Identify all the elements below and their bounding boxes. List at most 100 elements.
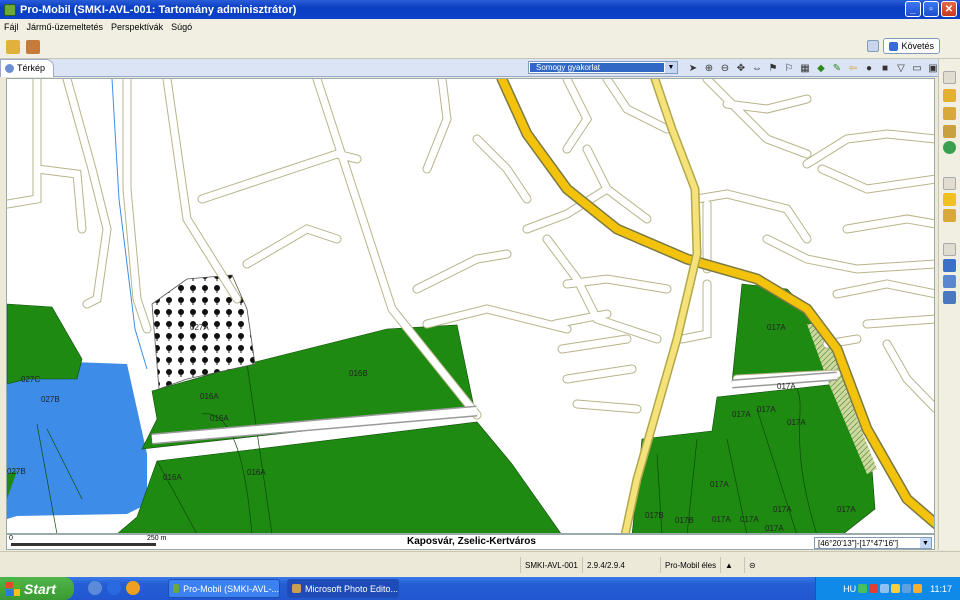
globe-icon[interactable]: [943, 141, 956, 154]
title-bar: Pro-Mobil (SMKI-AVL-001: Tartomány admin…: [0, 0, 960, 19]
system-tray: HU 11:17: [815, 577, 960, 600]
parcel-label: 027A: [190, 323, 209, 332]
forest-parcel: [7, 303, 83, 385]
coordinate-select[interactable]: [46°20'13"]-[17°47'16"] ▼: [814, 537, 932, 549]
right-side-panel: [938, 59, 960, 550]
parcel-label: 017A: [740, 515, 759, 524]
connection-icon[interactable]: ▲: [720, 557, 742, 573]
pointer-icon[interactable]: ➤: [686, 61, 700, 75]
task-photo-editor[interactable]: Microsoft Photo Edito...: [287, 579, 399, 598]
route-icon[interactable]: ✎: [830, 61, 844, 75]
pan-icon[interactable]: ✥: [734, 61, 748, 75]
parcel-label: 017A: [757, 405, 776, 414]
status-version: 2.9.4/2.9.4: [582, 557, 629, 573]
app-icon: [4, 3, 16, 16]
menu-help[interactable]: Súgó: [171, 22, 192, 32]
map-svg[interactable]: [7, 79, 935, 534]
settings-icon[interactable]: [26, 39, 40, 54]
menu-vehicle-operation[interactable]: Jármű-üzemeltetés: [27, 22, 104, 32]
tray-icon[interactable]: [880, 584, 890, 593]
square-icon[interactable]: ■: [878, 61, 892, 75]
select-area-icon[interactable]: ▦: [798, 61, 812, 75]
vehicle-position-icon[interactable]: ⚑: [766, 61, 780, 75]
vehicle-icon[interactable]: [943, 107, 956, 120]
minimize-panel-icon[interactable]: [943, 243, 956, 256]
browser-icon[interactable]: [126, 581, 140, 595]
chevron-down-icon[interactable]: ▼: [665, 62, 677, 73]
layer-select[interactable]: Somogy gyakorlat ▼: [528, 61, 678, 74]
warning-icon[interactable]: [943, 193, 956, 206]
parcel-label: 017B: [675, 516, 694, 525]
status-bar: SMKI-AVL-001 2.9.4/2.9.4 Pro-Mobil éles …: [0, 551, 960, 576]
perspective-switcher: Követés: [867, 38, 940, 54]
perspective-tab-tracking[interactable]: Követés: [883, 38, 940, 54]
car-icon[interactable]: ⚐: [782, 61, 796, 75]
zoom-out-icon[interactable]: ⊖: [718, 61, 732, 75]
coordinate-value: [46°20'13"]-[17°47'16"]: [818, 538, 899, 548]
driver-icon[interactable]: [943, 125, 956, 138]
report-icon[interactable]: [943, 259, 956, 272]
tray-icon[interactable]: [858, 584, 868, 593]
search-icon[interactable]: [943, 275, 956, 288]
tray-icon[interactable]: [869, 584, 879, 593]
photo-editor-icon: [292, 584, 301, 593]
status-mode: Pro-Mobil éles: [660, 557, 720, 573]
minimize-panel-icon[interactable]: [943, 71, 956, 84]
network-icon[interactable]: [902, 584, 912, 593]
map-canvas[interactable]: 027A 016B 016A 016A 016A 016A 027C 027B …: [6, 78, 935, 534]
start-button[interactable]: Start: [0, 577, 74, 600]
parcel-label: 017A: [732, 410, 751, 419]
language-indicator[interactable]: HU: [843, 584, 856, 594]
parcel-label: 017A: [767, 323, 786, 332]
parcel-label: 016A: [247, 468, 266, 477]
perspective-label: Követés: [901, 41, 934, 51]
maximize-button[interactable]: ▫: [923, 1, 939, 17]
tray-icon[interactable]: [891, 584, 901, 593]
security-icon[interactable]: [913, 584, 923, 593]
parcel-label: 016A: [200, 392, 219, 401]
tracking-icon: [889, 41, 899, 51]
layer-icon[interactable]: ◆: [814, 61, 828, 75]
windows-logo-icon: [6, 581, 20, 596]
menu-perspectives[interactable]: Perspektívák: [111, 22, 163, 32]
parcel-label: 027C: [21, 375, 41, 384]
vehicle-icon[interactable]: [6, 39, 20, 54]
parcel-label: 016A: [163, 473, 182, 482]
main-toolbar: [0, 35, 960, 59]
alarm-icon[interactable]: [943, 209, 956, 222]
tab-map[interactable]: Térkép: [0, 58, 55, 77]
list-icon[interactable]: [943, 291, 956, 304]
task-promobil[interactable]: Pro-Mobil (SMKI-AVL-...: [168, 579, 280, 598]
parcel-label: 017A: [712, 515, 731, 524]
circle-icon[interactable]: ●: [862, 61, 876, 75]
parcel-label: 017A: [777, 382, 796, 391]
minimize-panel-icon[interactable]: [943, 177, 956, 190]
taskbar: Start Pro-Mobil (SMKI-AVL-... Microsoft …: [0, 577, 960, 600]
tab-map-label: Térkép: [17, 63, 46, 73]
parcel-label: 016B: [349, 369, 368, 378]
back-icon[interactable]: ⇦: [846, 61, 860, 75]
parcel-label: 017B: [645, 511, 664, 520]
task-label: Microsoft Photo Edito...: [304, 583, 398, 594]
water-body: [7, 362, 147, 519]
ie-icon[interactable]: [107, 581, 121, 595]
close-button[interactable]: ✕: [941, 1, 957, 17]
map-info-strip: 0 250 m Kaposvár, Zselic-Kertváros [46°2…: [6, 534, 935, 550]
task-label: Pro-Mobil (SMKI-AVL-...: [183, 583, 279, 594]
parcel-label: 017A: [765, 524, 784, 533]
parcel-label: 017A: [787, 418, 806, 427]
view-menu-icon[interactable]: ▽: [894, 61, 908, 75]
map-icon: [5, 63, 14, 73]
zoom-in-icon[interactable]: ⊕: [702, 61, 716, 75]
chevron-down-icon[interactable]: ▼: [920, 538, 931, 548]
stop-icon[interactable]: ⊝: [744, 557, 766, 573]
zoom-extent-icon[interactable]: ⇔: [750, 61, 764, 75]
menu-file[interactable]: Fájl: [4, 22, 19, 32]
parcel-label: 017A: [837, 505, 856, 514]
vehicle-group-icon[interactable]: [943, 89, 956, 102]
open-perspective-icon[interactable]: [867, 40, 880, 52]
menu-bar: Fájl Jármű-üzemeltetés Perspektívák Súgó: [0, 19, 960, 35]
minimize-view-icon[interactable]: ▭: [910, 61, 924, 75]
show-desktop-icon[interactable]: [88, 581, 102, 595]
minimize-button[interactable]: _: [905, 1, 921, 17]
